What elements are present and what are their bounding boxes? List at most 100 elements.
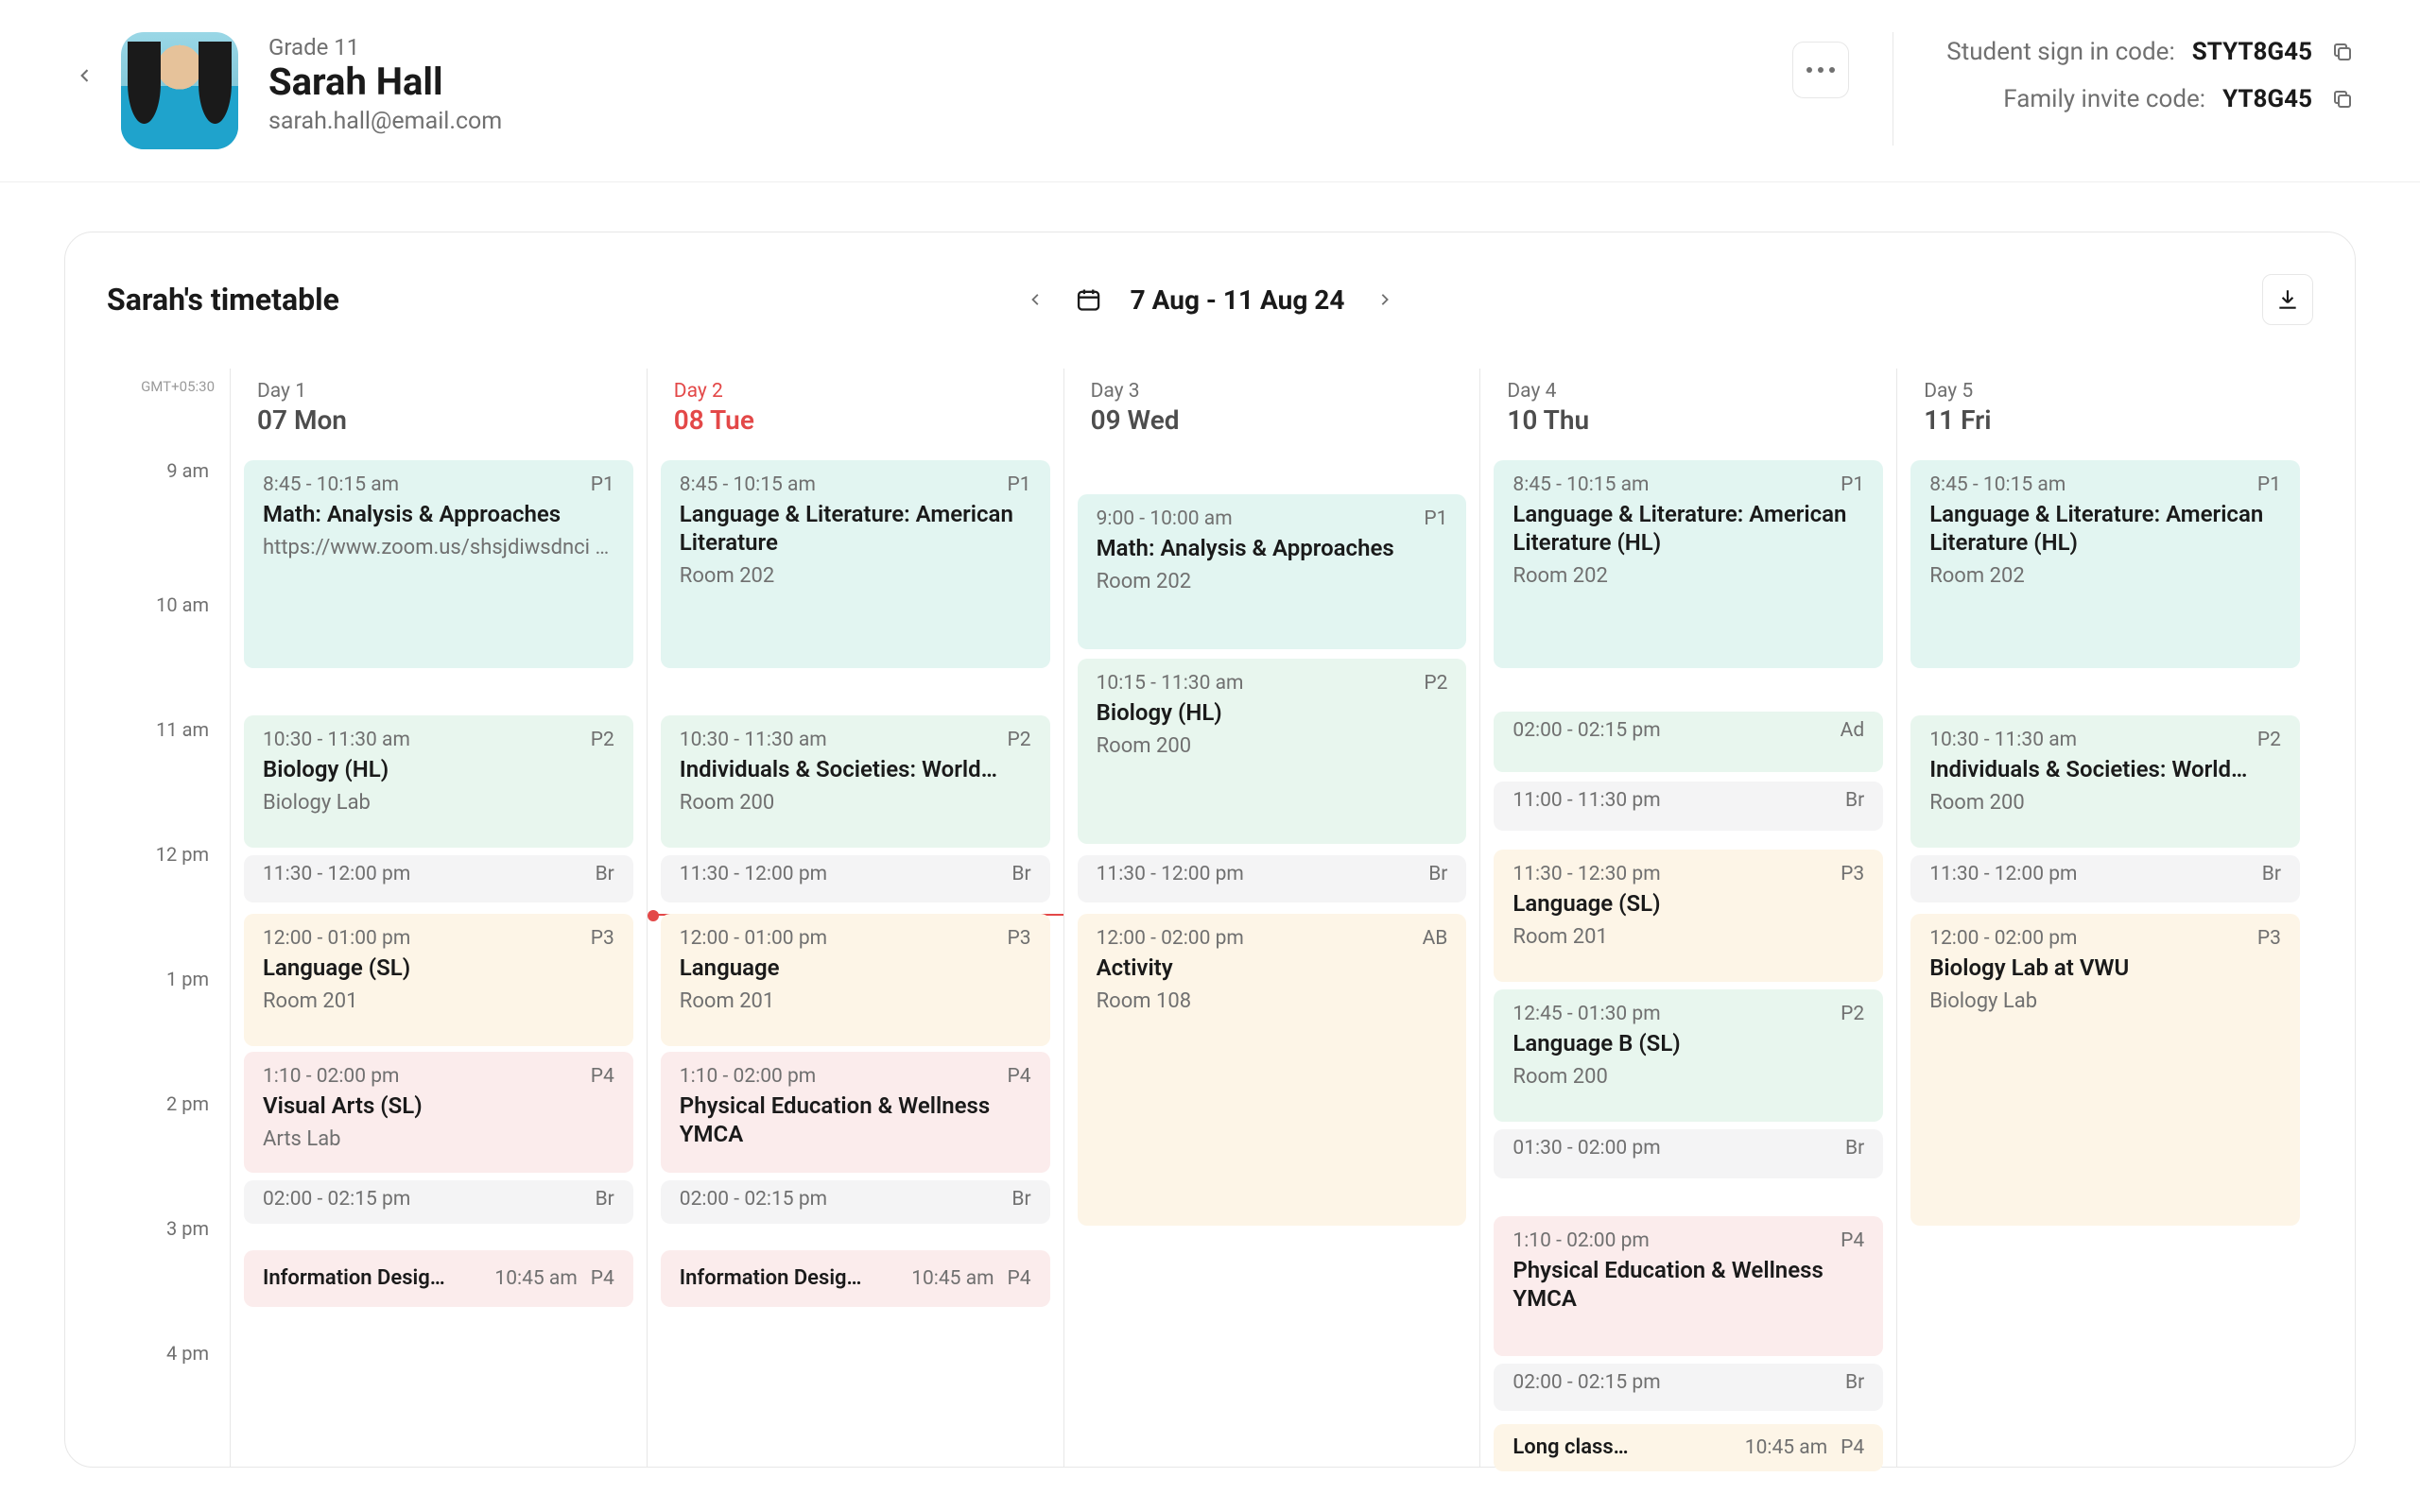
event-title: Biology (HL) <box>263 755 614 783</box>
event-time: 10:30 - 11:30 am <box>263 729 410 751</box>
timetable-event[interactable]: 12:00 - 01:00 pmP3Language (SL)Room 201 <box>244 914 633 1046</box>
event-time: 10:30 - 11:30 am <box>1929 729 2077 751</box>
family-code-value: YT8G45 <box>2222 85 2312 113</box>
event-time: 12:00 - 01:00 pm <box>680 927 827 950</box>
event-time: 1:10 - 02:00 pm <box>680 1065 816 1088</box>
event-title: Biology Lab at VWU <box>1929 954 2281 982</box>
day-date: 10 Thu <box>1507 404 1870 436</box>
day-date: 09 Wed <box>1091 404 1454 436</box>
copy-signin-code-button[interactable] <box>2329 39 2356 65</box>
timetable-event[interactable]: 1:10 - 02:00 pmP4Physical Education & We… <box>1494 1216 1883 1356</box>
timetable-event[interactable]: 02:00 - 02:15 pmAd <box>1494 712 1883 772</box>
timetable-event[interactable]: 9:00 - 10:00 amP1Math: Analysis & Approa… <box>1078 494 1467 649</box>
hour-label: 12 pm <box>107 843 230 968</box>
event-subtitle: Room 201 <box>680 989 1031 1013</box>
event-period-tag: P3 <box>1008 927 1031 950</box>
event-subtitle: Room 200 <box>1512 1065 1864 1089</box>
event-title: Activity <box>1097 954 1448 982</box>
timetable-event[interactable]: 02:00 - 02:15 pmBr <box>244 1180 633 1224</box>
event-period-tag: P4 <box>1008 1267 1031 1290</box>
student-avatar <box>121 32 238 149</box>
timetable-event[interactable]: 10:15 - 11:30 amP2Biology (HL)Room 200 <box>1078 659 1467 844</box>
timetable-event[interactable]: 02:00 - 02:15 pmBr <box>1494 1364 1883 1411</box>
hour-label: 11 am <box>107 718 230 843</box>
event-period-tag: Br <box>1845 1137 1864 1160</box>
event-time: 9:00 - 10:00 am <box>1097 507 1233 530</box>
event-period-tag: P2 <box>1008 729 1031 751</box>
timetable-event[interactable]: 11:00 - 11:30 pmBr <box>1494 782 1883 831</box>
event-period-tag: P2 <box>2257 729 2281 751</box>
timetable-event[interactable]: 11:30 - 12:00 pmBr <box>661 855 1050 902</box>
timetable-event[interactable]: 1:10 - 02:00 pmP4Physical Education & We… <box>661 1052 1050 1173</box>
timetable-event[interactable]: 11:30 - 12:00 pmBr <box>244 855 633 902</box>
event-period-tag: Br <box>1011 863 1030 885</box>
event-time: 10:45 am <box>1745 1436 1827 1459</box>
event-period-tag: Br <box>1011 1188 1030 1211</box>
download-button[interactable] <box>2262 274 2313 325</box>
event-period-tag: P3 <box>1841 863 1864 885</box>
event-period-tag: Br <box>1845 789 1864 812</box>
timetable-event[interactable]: 11:30 - 12:00 pmBr <box>1078 855 1467 902</box>
timetable-event[interactable]: 10:30 - 11:30 amP2Individuals & Societie… <box>661 715 1050 848</box>
timetable-event[interactable]: 12:00 - 01:00 pmP3LanguageRoom 201 <box>661 914 1050 1046</box>
event-time: 11:30 - 12:30 pm <box>1512 863 1660 885</box>
calendar-icon[interactable] <box>1076 286 1102 313</box>
event-subtitle: Room 202 <box>1097 570 1448 593</box>
hour-label: 4 pm <box>107 1342 230 1467</box>
day-column: Day 511 Fri8:45 - 10:15 amP1Language & L… <box>1896 369 2313 1467</box>
timezone-label: GMT+05:30 <box>107 369 230 459</box>
event-time: 12:00 - 01:00 pm <box>263 927 410 950</box>
timetable-event[interactable]: Information Desig…10:45 amP4 <box>244 1250 633 1307</box>
event-time: 8:45 - 10:15 am <box>1512 473 1649 496</box>
timetable-event[interactable]: 11:30 - 12:30 pmP3Language (SL)Room 201 <box>1494 850 1883 982</box>
timetable-event[interactable]: 8:45 - 10:15 amP1Language & Literature: … <box>1494 460 1883 668</box>
timetable-event[interactable]: 8:45 - 10:15 amP1Math: Analysis & Approa… <box>244 460 633 668</box>
event-time: 10:45 am <box>494 1267 577 1290</box>
event-period-tag: P1 <box>1008 473 1031 496</box>
timetable-event[interactable]: 12:45 - 01:30 pmP2Language B (SL)Room 20… <box>1494 989 1883 1122</box>
event-title: Language (SL) <box>263 954 614 982</box>
timetable-event[interactable]: Information Desig…10:45 amP4 <box>661 1250 1050 1307</box>
event-time: 8:45 - 10:15 am <box>1929 473 2066 496</box>
timetable-event[interactable]: 12:00 - 02:00 pmP3Biology Lab at VWUBiol… <box>1910 914 2300 1226</box>
hour-label: 2 pm <box>107 1092 230 1217</box>
copy-family-code-button[interactable] <box>2329 86 2356 112</box>
timetable-event[interactable]: 11:30 - 12:00 pmBr <box>1910 855 2300 902</box>
event-subtitle: Room 200 <box>1097 734 1448 758</box>
event-period-tag: P2 <box>1424 672 1447 695</box>
event-title: Language (SL) <box>1512 889 1864 918</box>
day-column: Day 107 Mon8:45 - 10:15 amP1Math: Analys… <box>230 369 647 1467</box>
event-period-tag: P2 <box>1841 1003 1864 1025</box>
timetable-event[interactable]: 8:45 - 10:15 amP1Language & Literature: … <box>661 460 1050 668</box>
day-column: Day 410 Thu8:45 - 10:15 amP1Language & L… <box>1479 369 1896 1467</box>
event-period-tag: P4 <box>591 1267 614 1290</box>
more-menu-button[interactable] <box>1792 42 1849 98</box>
event-period-tag: P4 <box>591 1065 614 1088</box>
prev-week-button[interactable] <box>1025 288 1047 311</box>
event-time: 1:10 - 02:00 pm <box>1512 1229 1649 1252</box>
timetable-event[interactable]: Long class…10:45 amP4 <box>1494 1424 1883 1471</box>
event-period-tag: P3 <box>2257 927 2281 950</box>
timetable-event[interactable]: 8:45 - 10:15 amP1Language & Literature: … <box>1910 460 2300 668</box>
event-title: Language B (SL) <box>1512 1029 1864 1057</box>
event-title: Visual Arts (SL) <box>263 1091 614 1120</box>
event-subtitle: Room 202 <box>1929 564 2281 588</box>
back-button[interactable] <box>64 55 106 96</box>
event-period-tag: Br <box>2262 863 2281 885</box>
event-time: 1:10 - 02:00 pm <box>263 1065 399 1088</box>
event-subtitle: Arts Lab <box>263 1127 614 1151</box>
timetable-event[interactable]: 12:00 - 02:00 pmABActivityRoom 108 <box>1078 914 1467 1226</box>
timetable-event[interactable]: 02:00 - 02:15 pmBr <box>661 1180 1050 1224</box>
event-period-tag: AB <box>1423 927 1448 950</box>
event-title: Math: Analysis & Approaches <box>263 500 614 528</box>
timetable-event[interactable]: 01:30 - 02:00 pmBr <box>1494 1129 1883 1178</box>
event-time: 12:00 - 02:00 pm <box>1097 927 1244 950</box>
day-date: 07 Mon <box>257 404 620 436</box>
timetable-event[interactable]: 10:30 - 11:30 amP2Biology (HL)Biology La… <box>244 715 633 848</box>
event-subtitle: Biology Lab <box>1929 989 2281 1013</box>
event-time: 10:45 am <box>911 1267 994 1290</box>
timetable-event[interactable]: 10:30 - 11:30 amP2Individuals & Societie… <box>1910 715 2300 848</box>
timetable-event[interactable]: 1:10 - 02:00 pm P4 Visual Arts (SL) Arts La… <box>244 1052 633 1173</box>
event-period-tag: P4 <box>1841 1229 1864 1252</box>
next-week-button[interactable] <box>1373 288 1395 311</box>
